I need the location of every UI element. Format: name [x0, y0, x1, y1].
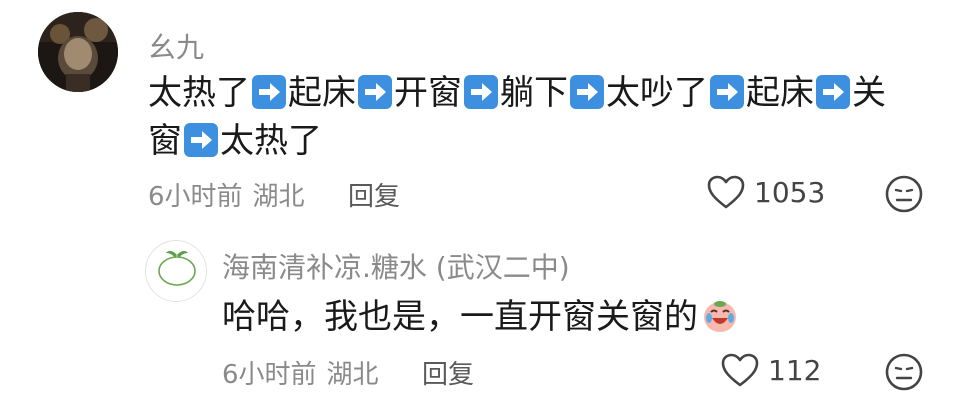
crying-laughing-face-icon [700, 296, 740, 346]
like-button[interactable]: 1053 [706, 174, 825, 210]
dislike-button[interactable] [884, 352, 924, 396]
neutral-face-icon [885, 175, 923, 213]
like-button[interactable]: 112 [720, 352, 821, 388]
username[interactable]: 幺九 [148, 26, 204, 66]
dark-portrait-avatar-icon [38, 12, 118, 92]
comment-text: 哈哈，我也是，一直开窗关窗的 [222, 294, 740, 346]
comment-meta: 6小时前 湖北 [222, 354, 379, 391]
timestamp: 6小时前 [222, 360, 317, 390]
text-segment: 躺下 [500, 73, 568, 113]
heart-icon [721, 353, 759, 387]
right-arrow-emoji-icon [464, 75, 498, 109]
location: 湖北 [252, 182, 305, 212]
like-count: 1053 [754, 175, 826, 209]
right-arrow-emoji-icon [252, 75, 286, 109]
timestamp: 6小时前 [148, 182, 243, 212]
right-arrow-emoji-icon [710, 75, 744, 109]
text-segment: 起床 [288, 73, 356, 113]
avatar[interactable] [145, 240, 207, 302]
location: 湖北 [326, 360, 379, 390]
text-segment: 太热了 [148, 73, 250, 113]
text-segment: 开窗 [394, 73, 462, 113]
reply-button[interactable]: 回复 [348, 176, 400, 213]
comment-meta: 6小时前 湖北 [148, 176, 305, 213]
coconut-logo-avatar-icon [146, 241, 206, 301]
text-segment: 窗 [148, 121, 182, 161]
like-count: 112 [768, 353, 822, 387]
comment-text-line1: 太热了 起床 开窗 躺下 太吵了 起床关 [148, 70, 886, 116]
reply-button[interactable]: 回复 [422, 354, 474, 391]
dislike-button[interactable] [884, 174, 924, 218]
right-arrow-emoji-icon [570, 75, 604, 109]
right-arrow-emoji-icon [358, 75, 392, 109]
comment-text-line2: 窗太热了 [148, 118, 322, 164]
text-segment: 起床 [746, 73, 814, 113]
text-segment: 太吵了 [606, 73, 708, 113]
heart-icon [707, 175, 745, 209]
avatar[interactable] [38, 12, 118, 92]
neutral-face-icon [885, 353, 923, 391]
text-segment: 关 [852, 73, 886, 113]
text-segment: 太热了 [220, 121, 322, 161]
username[interactable]: 海南清补凉.糖水 (武汉二中) [222, 246, 570, 286]
comment-text-content: 哈哈，我也是，一直开窗关窗的 [222, 297, 698, 337]
right-arrow-emoji-icon [816, 75, 850, 109]
right-arrow-emoji-icon [184, 123, 218, 157]
